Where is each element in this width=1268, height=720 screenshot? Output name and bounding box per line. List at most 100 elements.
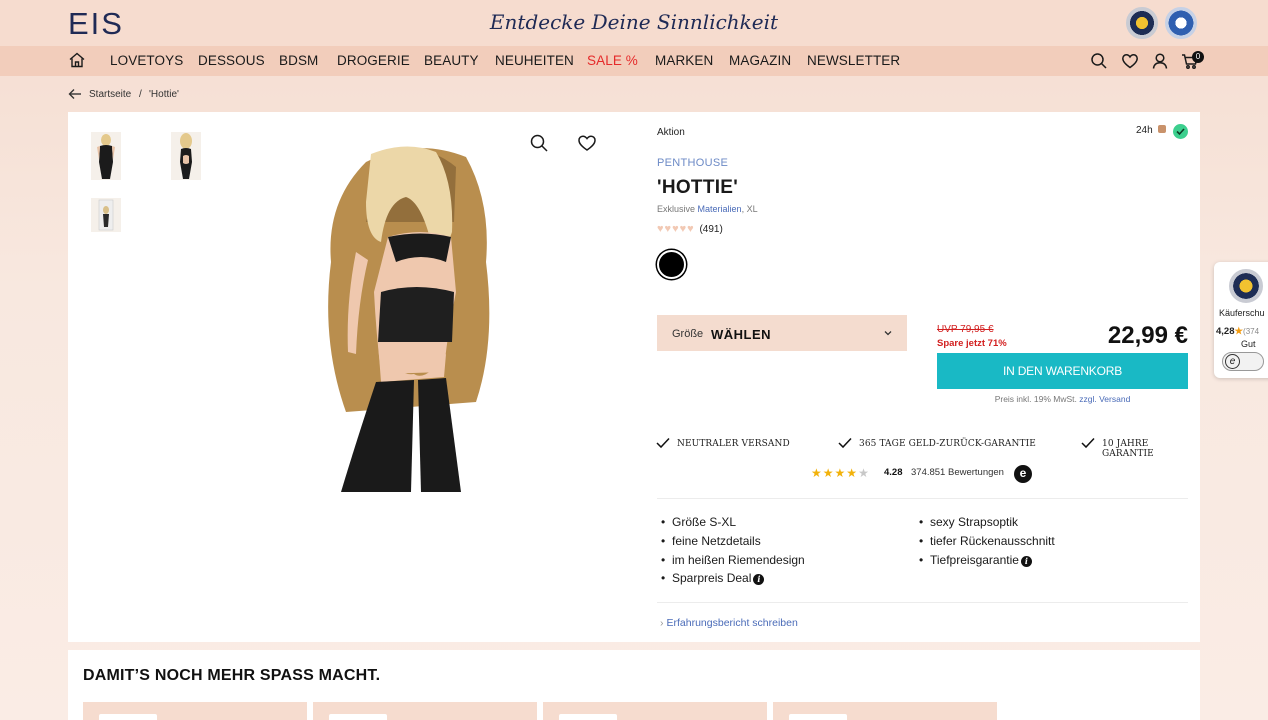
product-thumbnail-1[interactable]: [91, 132, 121, 180]
trust-stars: ★★★★★: [811, 466, 870, 480]
tile-badge: [99, 714, 157, 720]
search-icon[interactable]: [1090, 52, 1108, 70]
price-note: Preis inkl. 19% MwSt. zzgl. Versand: [937, 394, 1188, 404]
trusted-shops-widget[interactable]: Käuferschu 4,28★(374 Gut e: [1214, 262, 1268, 378]
recommendations-section: DAMIT’S NOCH MEHR SPASS MACHT.: [68, 650, 1200, 720]
usp-money-back: 365 TAGE GELD-ZURÜCK-GARANTIE: [859, 439, 1036, 449]
chevron-down-icon: [884, 331, 892, 336]
rating-heart-icon: ♥: [664, 223, 672, 235]
feature-item: sexy Strapsoptik: [919, 515, 1018, 529]
rating-heart-icon: ♥: [657, 223, 664, 235]
trusted-shops-seal-icon: [1229, 269, 1263, 303]
recommendation-tile[interactable]: [83, 702, 307, 720]
rating-heart-icon: ♥: [679, 223, 687, 235]
write-review-link[interactable]: › Erfahrungsbericht schreiben: [660, 617, 798, 629]
nav-item-drogerie[interactable]: DROGERIE: [337, 53, 410, 68]
nav-item-bdsm[interactable]: BDSM: [279, 53, 318, 68]
thumbnail-figure-icon: [171, 132, 201, 180]
feature-price-text: Tiefpreisgarantie: [930, 553, 1019, 567]
trust-review-count[interactable]: 374.851 Bewertungen: [911, 467, 1004, 478]
star-icon: ★: [822, 466, 835, 480]
certification-seal-icon[interactable]: [1165, 7, 1197, 39]
main-navigation: LOVETOYS DESSOUS BDSM DROGERIE BEAUTY NE…: [0, 46, 1268, 76]
feature-item: tiefer Rückenausschnitt: [919, 534, 1055, 548]
trust-score: 4.28: [884, 467, 903, 478]
home-icon[interactable]: [68, 51, 86, 69]
star-half-icon: ★: [858, 466, 870, 480]
trusted-shops-seal-icon[interactable]: [1126, 7, 1158, 39]
widget-toggle[interactable]: e: [1222, 352, 1264, 371]
delivery-24h-badge: 24h: [1136, 125, 1167, 136]
widget-review-count: (374: [1243, 327, 1260, 336]
brand-link[interactable]: PENTHOUSE: [657, 157, 728, 169]
star-icon: ★: [1234, 326, 1244, 337]
subtitle-suffix: , XL: [741, 204, 758, 214]
product-price: 22,99 €: [1107, 322, 1188, 349]
nav-item-magazin[interactable]: MAGAZIN: [729, 53, 791, 68]
section-title: DAMIT’S NOCH MEHR SPASS MACHT.: [83, 667, 381, 684]
divider: [657, 602, 1188, 603]
breadcrumb-separator: /: [139, 89, 142, 100]
product-thumbnail-3[interactable]: [91, 198, 121, 232]
nav-item-newsletter[interactable]: NEWSLETTER: [807, 53, 900, 68]
recommendation-tile[interactable]: [543, 702, 767, 720]
recommendation-tile[interactable]: [773, 702, 997, 720]
zoom-search-icon[interactable]: [529, 133, 549, 153]
wishlist-heart-icon[interactable]: [1121, 52, 1139, 70]
e-logo-icon: e: [1225, 354, 1240, 369]
product-main-image[interactable]: [326, 142, 501, 492]
product-title: 'HOTTIE': [657, 177, 739, 198]
materials-link[interactable]: Materialien: [698, 204, 742, 214]
trusted-shops-e-icon[interactable]: e: [1014, 465, 1032, 483]
star-icon: ★: [811, 466, 823, 480]
nav-item-lovetoys[interactable]: LOVETOYS: [110, 53, 183, 68]
widget-verdict: Gut: [1241, 339, 1256, 349]
info-icon[interactable]: i: [1020, 556, 1032, 567]
info-icon[interactable]: i: [753, 574, 765, 585]
size-label: Größe: [672, 328, 704, 340]
write-review-text: Erfahrungsbericht schreiben: [666, 617, 798, 629]
nav-item-neuheiten[interactable]: NEUHEITEN: [495, 53, 574, 68]
back-arrow-icon[interactable]: [68, 88, 82, 100]
rating-heart-icon: ♥: [687, 223, 694, 235]
size-select[interactable]: Größe WÄHLEN: [657, 315, 907, 351]
cart-count-badge: 0: [1192, 51, 1204, 63]
recommendation-tile[interactable]: [313, 702, 537, 720]
usp-neutral-shipping: NEUTRALER VERSAND: [677, 439, 790, 449]
tile-badge: [559, 714, 617, 720]
nav-item-beauty[interactable]: BEAUTY: [424, 53, 479, 68]
savings-text: Spare jetzt 71%: [937, 338, 1007, 349]
add-to-wishlist-heart-icon[interactable]: [577, 133, 597, 153]
uvp-price: UVP 79,95 €: [937, 324, 994, 335]
product-subtitle: Exklusive Materialien, XL: [657, 204, 758, 214]
color-swatch-black[interactable]: [657, 250, 686, 279]
feature-item: Größe S-XL: [661, 515, 736, 529]
price-note-text: Preis inkl. 19% MwSt.: [994, 394, 1077, 404]
tile-badge: [329, 714, 387, 720]
add-to-cart-button[interactable]: IN DEN WARENKORB: [937, 353, 1188, 389]
package-icon: [1158, 125, 1167, 133]
nav-item-sale[interactable]: SALE %: [587, 53, 638, 68]
size-value: WÄHLEN: [711, 327, 772, 342]
nav-item-marken[interactable]: MARKEN: [655, 53, 713, 68]
feature-item: feine Netzdetails: [661, 534, 761, 548]
promo-tag: Aktion: [657, 127, 685, 138]
tile-badge: [789, 714, 847, 720]
usp-warranty: 10 JAHRE GARANTIE: [1102, 439, 1154, 459]
slogan: Entdecke Deine Sinnlichkeit: [489, 10, 779, 34]
delivery-24h-label: 24h: [1136, 125, 1153, 136]
account-user-icon[interactable]: [1151, 52, 1169, 70]
star-icon: ★: [834, 466, 847, 480]
product-rating[interactable]: ♥♥♥♥♥ (491): [657, 223, 723, 235]
nav-item-dessous[interactable]: DESSOUS: [198, 53, 265, 68]
subtitle-prefix: Exklusive: [657, 204, 696, 214]
feature-item-price: Tiefpreisgarantiei: [919, 553, 1032, 567]
shipping-link[interactable]: zzgl. Versand: [1079, 394, 1130, 404]
feature-deal-text: Sparpreis Deal: [672, 571, 752, 585]
widget-score-value: 4,28: [1216, 326, 1235, 337]
divider: [657, 498, 1188, 499]
product-thumbnail-2[interactable]: [171, 132, 201, 180]
breadcrumb-home[interactable]: Startseite: [89, 89, 131, 100]
thumbnail-package-icon: [91, 198, 121, 232]
feature-item-deal: Sparpreis Deali: [661, 571, 765, 585]
